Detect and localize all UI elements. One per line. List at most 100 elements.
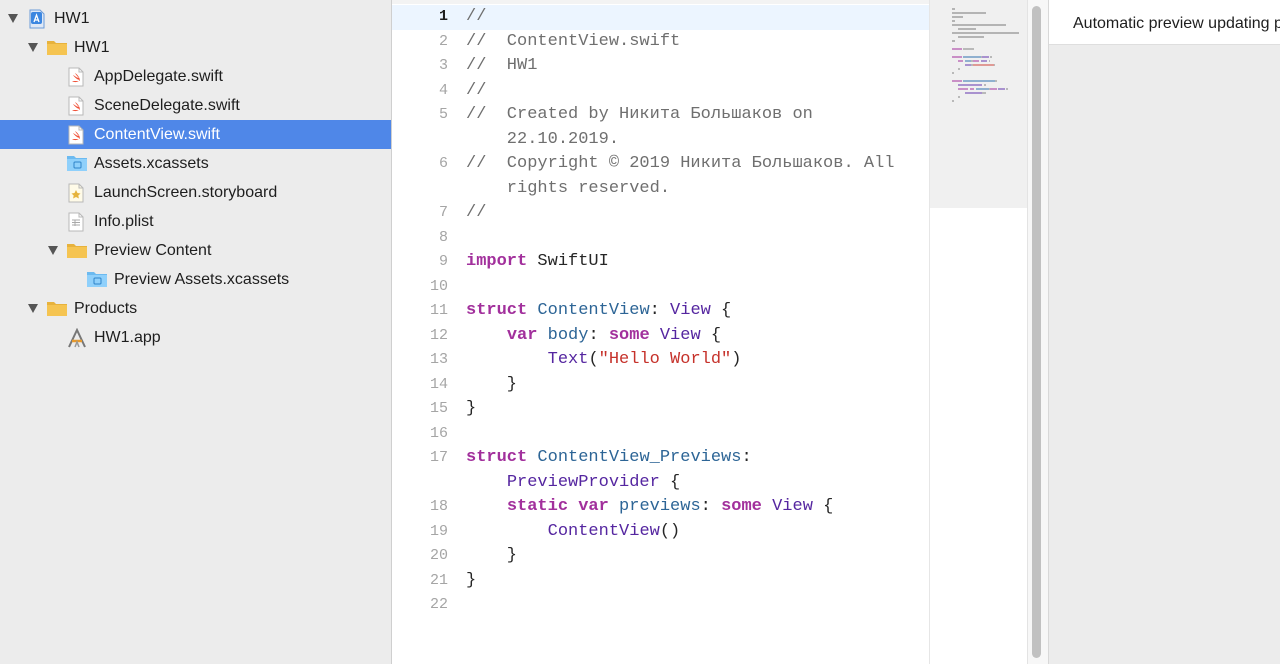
navigator-item-info-plist[interactable]: Info.plist xyxy=(0,207,391,236)
code-line[interactable]: 11 struct ContentView: View { xyxy=(392,299,929,324)
navigator-item-products[interactable]: Products xyxy=(0,294,391,323)
code-line[interactable]: PreviewProvider { xyxy=(392,471,929,496)
code-line[interactable]: 16 xyxy=(392,422,929,447)
code-token: { xyxy=(812,497,834,516)
code-token: } xyxy=(466,374,518,394)
line-number: 4 xyxy=(438,81,448,99)
code-line[interactable]: 2 // ContentView.swift xyxy=(392,30,929,55)
disclosure-triangle-icon[interactable] xyxy=(8,14,18,23)
code-line[interactable]: 3 // HW1 xyxy=(392,54,929,79)
line-number: 7 xyxy=(438,204,448,221)
code-line[interactable]: 20 } xyxy=(392,544,929,569)
code-token: ( xyxy=(588,350,599,369)
code-text: var body: some View { xyxy=(466,324,721,349)
code-token: ContentView xyxy=(547,521,660,541)
disclosure-triangle-icon[interactable] xyxy=(28,43,38,52)
minimap-mark xyxy=(976,88,989,90)
code-token: } xyxy=(466,570,477,590)
storyboard-icon xyxy=(68,183,84,208)
code-line[interactable]: rights reserved. xyxy=(392,177,929,202)
navigator-item-label: LaunchScreen.storyboard xyxy=(94,184,278,201)
navigator-item-appdelegate-swift[interactable]: AppDelegate.swift xyxy=(0,62,391,91)
code-text: rights reserved. xyxy=(466,177,670,202)
code-line[interactable]: 6 // Copyright © 2019 Никита Большаков. A… xyxy=(392,152,929,177)
code-line[interactable]: 4 // xyxy=(392,79,929,104)
navigator-item-label: AppDelegate.swift xyxy=(94,68,223,85)
code-line[interactable]: 7 // xyxy=(392,201,929,226)
code-editor[interactable]: 1 // 2 // ContentView.swift 3 // HW1 4 // 5 // Cr… xyxy=(392,0,929,664)
disclosure-triangle-icon[interactable] xyxy=(48,246,58,255)
code-token: : xyxy=(588,325,609,345)
navigator-item-hw1[interactable]: HW1 xyxy=(0,4,391,33)
line-number: 2 xyxy=(438,32,448,50)
minimap-mark xyxy=(952,20,956,22)
code-text: 22.10.2019. xyxy=(466,128,619,153)
code-line[interactable]: 22 xyxy=(392,593,929,618)
code-line[interactable]: 1 // xyxy=(392,5,929,30)
code-line[interactable]: 12 var body: some View { xyxy=(392,324,929,349)
code-line[interactable]: 14 } xyxy=(392,373,929,398)
code-text: PreviewProvider { xyxy=(466,471,680,496)
project-navigator: HW1 HW1 AppDelegate.swift SceneDelegate.swi… xyxy=(0,0,392,664)
minimap[interactable] xyxy=(929,0,1027,664)
code-token: : xyxy=(649,301,671,320)
code-token: View xyxy=(670,301,711,320)
editor-scrollbar[interactable] xyxy=(1027,0,1048,664)
navigator-item-preview-content[interactable]: Preview Content xyxy=(0,236,391,265)
code-line[interactable]: 22.10.2019. xyxy=(392,128,929,153)
code-text: } xyxy=(466,373,517,398)
line-number: 15 xyxy=(429,400,448,417)
minimap-mark xyxy=(958,28,976,30)
code-line[interactable]: 15} xyxy=(392,397,929,422)
minimap-mark xyxy=(952,16,964,18)
code-token: "Hello World" xyxy=(598,350,732,369)
minimap-mark xyxy=(972,64,994,66)
scrollbar-thumb[interactable] xyxy=(1032,6,1041,658)
minimap-mark xyxy=(990,88,997,90)
app-icon xyxy=(66,327,88,353)
code-token: 22.10.2019. xyxy=(466,129,620,149)
code-token: ) xyxy=(731,350,742,369)
code-line[interactable]: 21} xyxy=(392,569,929,594)
navigator-item-preview-assets-xcassets[interactable]: Preview Assets.xcassets xyxy=(0,265,391,294)
line-number: 21 xyxy=(429,571,448,589)
navigator-item-assets-xcassets[interactable]: Assets.xcassets xyxy=(0,149,391,178)
code-token: // xyxy=(466,7,487,26)
minimap-mark xyxy=(958,60,964,62)
minimap-mark xyxy=(952,72,954,74)
line-number: 3 xyxy=(438,57,448,74)
line-number: 8 xyxy=(438,228,448,246)
code-line[interactable]: 5 // Created by Никита Большаков on xyxy=(392,103,929,128)
asset-catalog-icon xyxy=(86,270,108,293)
preview-status-banner[interactable]: Automatic preview updating paused xyxy=(1049,0,1280,45)
minimap-mark xyxy=(993,64,996,66)
minimap-mark xyxy=(958,84,983,86)
code-token: struct xyxy=(466,301,528,320)
navigator-item-hw1[interactable]: HW1 xyxy=(0,33,391,62)
code-line[interactable]: 10 xyxy=(392,275,929,300)
navigator-item-label: ContentView.swift xyxy=(94,126,220,143)
code-line[interactable]: 8 xyxy=(392,226,929,251)
navigator-item-scenedelegate-swift[interactable]: SceneDelegate.swift xyxy=(0,91,391,120)
navigator-item-launchscreen-storyboard[interactable]: LaunchScreen.storyboard xyxy=(0,178,391,207)
code-line[interactable]: 17 struct ContentView_Previews: xyxy=(392,446,929,471)
code-line[interactable]: 18 static var previews: some View { xyxy=(392,495,929,520)
navigator-item-hw1-app[interactable]: HW1.app xyxy=(0,323,391,352)
disclosure-triangle-icon[interactable] xyxy=(28,304,38,313)
code-token: some xyxy=(608,325,650,345)
minimap-mark xyxy=(952,40,956,42)
code-line[interactable]: 9 import SwiftUI xyxy=(392,250,929,275)
line-number: 6 xyxy=(438,155,448,172)
code-token: PreviewProvider xyxy=(506,472,660,492)
code-text: // ContentView.swift xyxy=(466,30,680,55)
code-line[interactable]: 13 Text("Hello World") xyxy=(392,348,929,373)
code-line[interactable]: 19 ContentView() xyxy=(392,520,929,545)
navigator-item-contentview-swift[interactable]: ContentView.swift xyxy=(0,120,391,149)
code-token: // HW1 xyxy=(466,56,538,75)
line-number: 18 xyxy=(429,498,448,515)
